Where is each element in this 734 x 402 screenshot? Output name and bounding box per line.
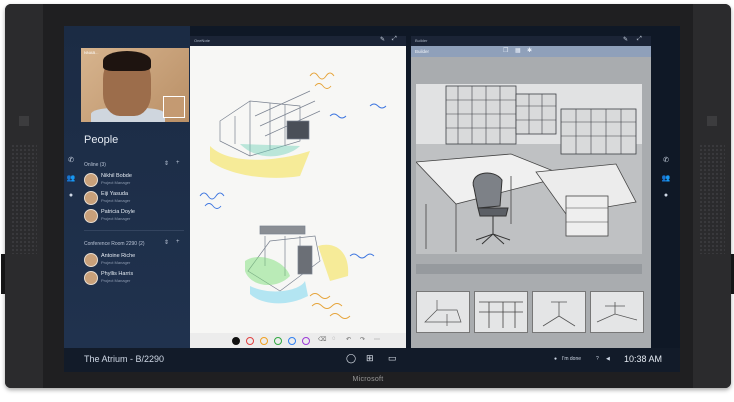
brand-label: Microsoft xyxy=(352,376,384,383)
ink-color-red[interactable] xyxy=(246,337,254,345)
builder-bar-title: Builder xyxy=(415,49,430,54)
clock[interactable]: 10:38 AM xyxy=(624,354,662,364)
builder-app-title: Builder xyxy=(415,38,428,43)
onenote-title: OneNote xyxy=(194,38,211,43)
onenote-canvas[interactable]: ⌫ ◌ ↶ ↷ ⋯ xyxy=(190,46,406,348)
room-location: The Atrium - B/2290 xyxy=(84,354,165,364)
video-caller-tag: NNAB... xyxy=(84,50,99,55)
list-item-person[interactable]: Eiji Yasuda Project Manager xyxy=(84,190,184,206)
right-app-rail: ✆ 👥 ● xyxy=(658,156,674,209)
ink-color-blue[interactable] xyxy=(288,337,296,345)
people-panel: NNAB... People ✆ 👥 ● Online (3) ⇕ + Nikh… xyxy=(64,26,190,348)
avatar xyxy=(84,209,98,223)
video-call-feed[interactable]: NNAB... xyxy=(81,48,189,122)
expand-icon[interactable]: ⤢ xyxy=(637,36,642,43)
eraser-icon[interactable]: ⌫ xyxy=(318,336,326,343)
ink-color-green[interactable] xyxy=(274,337,282,345)
help-icon[interactable]: ? xyxy=(596,356,599,362)
more-icon[interactable]: ⋯ xyxy=(374,336,380,343)
ink-color-purple[interactable] xyxy=(302,337,310,345)
self-view-thumbnail[interactable] xyxy=(163,96,185,118)
group-label-conference: Conference Room 2290 (2) xyxy=(84,241,145,247)
phone-icon[interactable]: ✆ xyxy=(658,156,674,164)
people-title: People xyxy=(84,134,119,146)
person-name: Eiji Yasuda xyxy=(101,191,129,197)
ink-toolbar: ⌫ ◌ ↶ ↷ ⋯ xyxy=(190,333,406,348)
builder-titlebar: Builder ✎ ⤢ xyxy=(411,36,651,46)
office-render xyxy=(416,84,642,254)
left-side-button xyxy=(1,254,5,294)
people-icon[interactable]: 👥 xyxy=(64,174,78,182)
person-name: Phyllis Harris xyxy=(101,271,134,277)
sort-icon[interactable]: ⇕ xyxy=(164,160,169,167)
group-divider xyxy=(84,230,184,231)
people-icon[interactable]: 👥 xyxy=(658,174,674,182)
layers-icon[interactable]: ❐ xyxy=(503,47,508,54)
pen-icon[interactable]: ✎ xyxy=(380,36,385,43)
lasso-icon[interactable]: ◌ xyxy=(332,336,336,342)
left-speaker xyxy=(5,4,43,388)
person-role: Project Manager xyxy=(101,180,131,185)
person-name: Nikhil Bobde xyxy=(101,173,132,179)
settings-icon[interactable]: ✱ xyxy=(527,47,532,54)
phone-icon[interactable]: ✆ xyxy=(64,156,78,164)
list-item-person[interactable]: Nikhil Bobde Project Manager xyxy=(84,172,184,188)
undo-icon[interactable]: ↶ xyxy=(346,336,351,343)
builder-toolbar: Builder ❐ ▦ ✱ xyxy=(411,46,651,57)
add-person-icon[interactable]: + xyxy=(176,160,180,166)
thumbnail-view[interactable] xyxy=(590,291,644,333)
timeline-strip[interactable] xyxy=(416,264,642,274)
person-role: Project Manager xyxy=(101,216,131,221)
screen: NNAB... People ✆ 👥 ● Online (3) ⇕ + Nikh… xyxy=(64,26,680,372)
right-speaker xyxy=(693,4,731,388)
avatar xyxy=(84,271,98,285)
thumbnail-view[interactable] xyxy=(474,291,528,333)
add-person-icon[interactable]: + xyxy=(176,239,180,245)
ink-color-black[interactable] xyxy=(232,337,240,345)
expand-icon[interactable]: ⤢ xyxy=(392,36,397,43)
task-view-icon[interactable]: ▭ xyxy=(388,353,397,364)
left-app-rail: ✆ 👥 ● xyxy=(64,156,78,209)
list-item-person[interactable]: Patricia Doyle Project Manager xyxy=(84,208,184,224)
3d-render-view[interactable] xyxy=(416,84,642,254)
surface-hub-device: Microsoft NNAB... People ✆ 👥 ● Online (3… xyxy=(1,4,734,388)
sketch-drawing xyxy=(199,72,387,319)
group-label-online: Online (3) xyxy=(84,162,106,168)
sort-icon[interactable]: ⇕ xyxy=(164,239,169,246)
taskbar: The Atrium - B/2290 ◯ ⊞ ▭ ● I'm done ? ◀… xyxy=(64,348,680,372)
volume-icon[interactable]: ◀ xyxy=(606,356,610,362)
avatar xyxy=(84,253,98,267)
thumbnail-view[interactable] xyxy=(416,291,470,333)
ink-color-orange[interactable] xyxy=(260,337,268,345)
avatar xyxy=(84,173,98,187)
view-thumbnails xyxy=(416,291,644,333)
person-role: Project Manager xyxy=(101,278,131,283)
chat-icon[interactable]: ● xyxy=(64,192,78,199)
person-name: Antoine Riche xyxy=(101,253,136,259)
redo-icon[interactable]: ↷ xyxy=(360,336,365,343)
grid-icon[interactable]: ▦ xyxy=(515,47,521,54)
left-sensor xyxy=(19,116,29,126)
avatar xyxy=(84,191,98,205)
status-text[interactable]: I'm done xyxy=(562,356,581,362)
chat-icon[interactable]: ● xyxy=(658,192,674,199)
list-item-person[interactable]: Antoine Riche Project Manager xyxy=(84,252,184,268)
list-item-person[interactable]: Phyllis Harris Project Manager xyxy=(84,270,184,286)
right-sensor xyxy=(707,116,717,126)
pen-icon[interactable]: ✎ xyxy=(623,36,628,43)
start-circle-icon[interactable]: ◯ xyxy=(346,353,356,364)
thumbnail-view[interactable] xyxy=(532,291,586,333)
person-role: Project Manager xyxy=(101,260,131,265)
builder-viewport xyxy=(411,57,651,348)
person-name: Patricia Doyle xyxy=(101,209,135,215)
status-dot-icon: ● xyxy=(554,356,558,362)
windows-icon[interactable]: ⊞ xyxy=(366,353,374,364)
person-role: Project Manager xyxy=(101,198,131,203)
onenote-titlebar: OneNote ✎ ⤢ xyxy=(190,36,406,46)
